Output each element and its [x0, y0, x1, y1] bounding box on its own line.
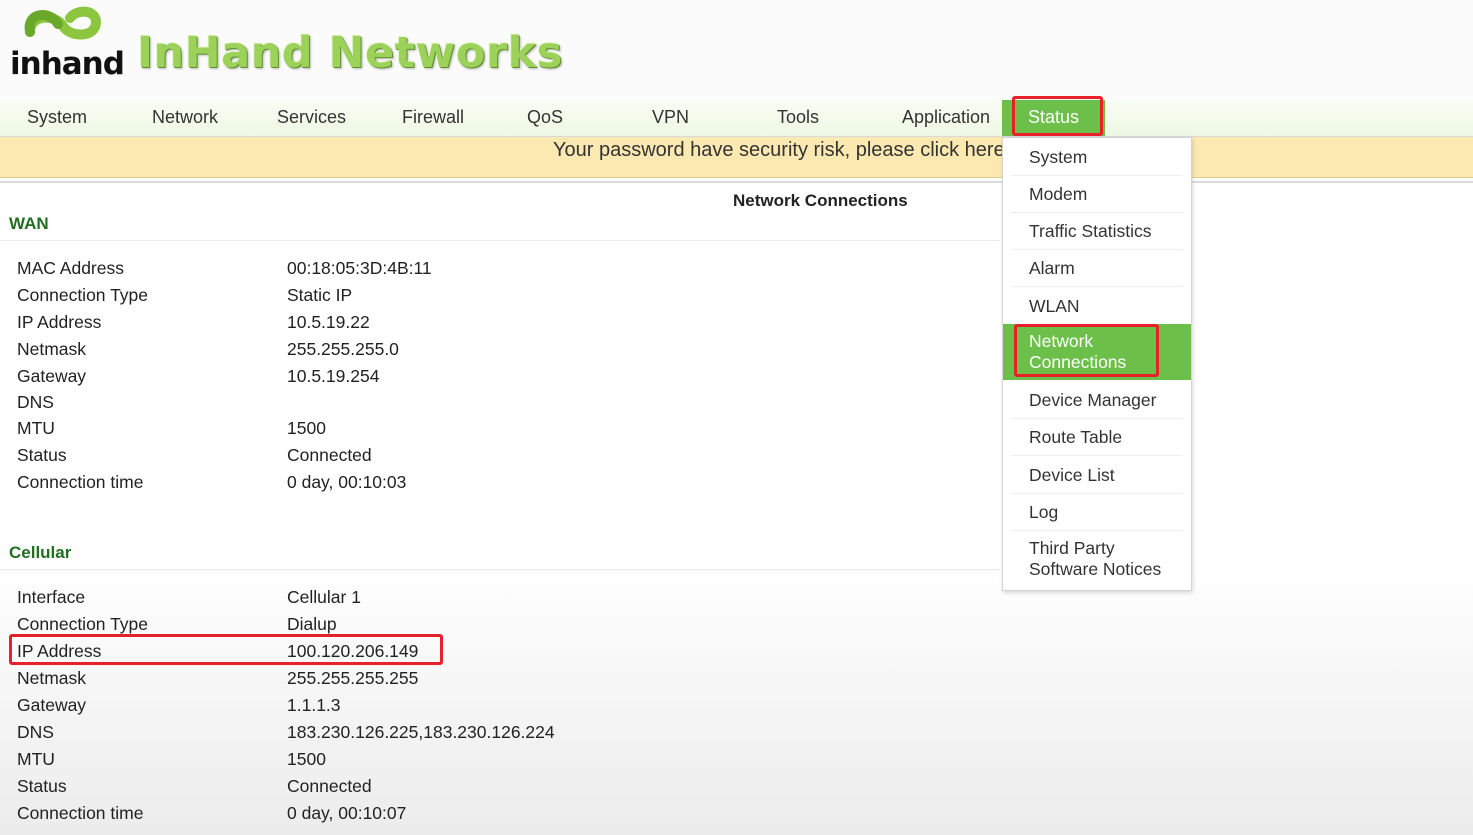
field-value: 1500: [287, 749, 326, 769]
menu-separator: [1011, 493, 1183, 494]
wan-section-title: WAN: [9, 214, 49, 233]
menu-item-label: Device List: [1029, 465, 1115, 485]
menu-item-label: WLAN: [1029, 296, 1080, 316]
field-value: 255.255.255.255: [287, 668, 419, 688]
field-label: Status: [17, 776, 67, 796]
nav-application[interactable]: Application: [902, 100, 990, 136]
wan-section-rule: [0, 240, 1000, 241]
field-label: Gateway: [17, 695, 87, 715]
menu-separator: [1011, 418, 1183, 419]
field-value: Connected: [287, 445, 372, 465]
menu-item-device-list[interactable]: Device List: [1003, 462, 1191, 492]
field-label: MTU: [17, 749, 55, 769]
menu-item-label-line2: Connections: [1029, 352, 1127, 372]
content-shade: [0, 560, 1473, 835]
menu-item-label: Device Manager: [1029, 390, 1157, 410]
field-label: Status: [17, 445, 67, 465]
field-label: IP Address: [17, 641, 102, 661]
field-label: Connection Type: [17, 285, 149, 305]
menu-item-label: Traffic Statistics: [1029, 221, 1152, 241]
nav-system[interactable]: System: [27, 100, 87, 136]
security-warning-banner[interactable]: Your password have security risk, please…: [0, 137, 1473, 178]
menu-item-label: Alarm: [1029, 258, 1075, 278]
field-value: 0 day, 00:10:03: [287, 472, 407, 492]
menu-item-wlan[interactable]: WLAN: [1003, 293, 1191, 323]
menu-item-network-connections[interactable]: Network Connections: [1003, 324, 1191, 380]
menu-item-route-table[interactable]: Route Table: [1003, 424, 1191, 454]
security-warning-text[interactable]: Your password have security risk, please…: [553, 139, 1005, 162]
field-value: 10.5.19.22: [287, 312, 370, 332]
cellular-section-rule: [0, 569, 1000, 570]
menu-separator: [1011, 455, 1183, 456]
menu-item-modem[interactable]: Modem: [1003, 181, 1191, 211]
menu-item-label: System: [1029, 147, 1088, 167]
menu-item-system[interactable]: System: [1003, 144, 1191, 174]
menu-item-alarm[interactable]: Alarm: [1003, 255, 1191, 285]
nav-network[interactable]: Network: [152, 100, 218, 136]
field-value: 0 day, 00:10:07: [287, 803, 407, 823]
field-label: Connection Type: [17, 614, 149, 634]
field-label: DNS: [17, 722, 54, 742]
nav-firewall[interactable]: Firewall: [402, 100, 464, 136]
nav-services[interactable]: Services: [277, 100, 346, 136]
main-nav: System Network Services Firewall QoS VPN…: [0, 100, 1473, 137]
field-value: 1500: [287, 418, 326, 438]
menu-separator: [1011, 286, 1183, 287]
brand-name: InHand Networks: [137, 28, 563, 78]
menu-item-label: Third Party: [1029, 538, 1115, 558]
menu-item-log[interactable]: Log: [1003, 499, 1191, 529]
status-dropdown-menu: System Modem Traffic Statistics Alarm WL…: [1002, 137, 1192, 591]
field-label: Gateway: [17, 366, 87, 386]
nav-qos[interactable]: QoS: [527, 100, 563, 136]
menu-separator: [1011, 175, 1183, 176]
field-label: Interface: [17, 587, 86, 607]
header: inhand InHand Networks: [0, 0, 1473, 100]
field-value: Dialup: [287, 614, 337, 634]
field-label: MAC Address: [17, 258, 124, 278]
menu-item-label: Network: [1029, 331, 1094, 351]
field-value: 00:18:05:3D:4B:11: [287, 258, 432, 278]
field-value: 255.255.255.0: [287, 339, 399, 359]
field-value: Connected: [287, 776, 372, 796]
menu-item-label: Log: [1029, 502, 1059, 522]
nav-vpn[interactable]: VPN: [652, 100, 689, 136]
cellular-section-title: Cellular: [9, 543, 72, 562]
menu-separator: [1011, 212, 1183, 213]
field-label: MTU: [17, 418, 55, 438]
menu-separator: [1011, 530, 1183, 531]
field-value: 10.5.19.254: [287, 366, 380, 386]
menu-item-third-party-notices[interactable]: Third Party Software Notices: [1003, 536, 1191, 586]
field-label: Netmask: [17, 668, 87, 688]
field-value: 1.1.1.3: [287, 695, 341, 715]
nav-status[interactable]: Status: [1002, 100, 1106, 136]
field-label: DNS: [17, 392, 54, 412]
menu-item-label: Modem: [1029, 184, 1088, 204]
field-value: 183.230.126.225,183.230.126.224: [287, 722, 555, 742]
field-label: IP Address: [17, 312, 102, 332]
field-value: Cellular 1: [287, 587, 361, 607]
field-label: Netmask: [17, 339, 87, 359]
menu-separator: [1011, 249, 1183, 250]
field-label: Connection time: [17, 472, 144, 492]
menu-item-label: Route Table: [1029, 427, 1123, 447]
field-value: Static IP: [287, 285, 353, 305]
logo-wordmark: inhand: [10, 46, 125, 82]
content-divider: [0, 181, 1473, 183]
field-value: 100.120.206.149: [287, 641, 419, 661]
field-label: Connection time: [17, 803, 144, 823]
nav-tools[interactable]: Tools: [777, 100, 819, 136]
page-title: Network Connections: [733, 191, 908, 210]
menu-item-traffic-statistics[interactable]: Traffic Statistics: [1003, 218, 1191, 248]
menu-item-label-line2: Software Notices: [1029, 559, 1162, 579]
menu-item-device-manager[interactable]: Device Manager: [1003, 387, 1191, 417]
